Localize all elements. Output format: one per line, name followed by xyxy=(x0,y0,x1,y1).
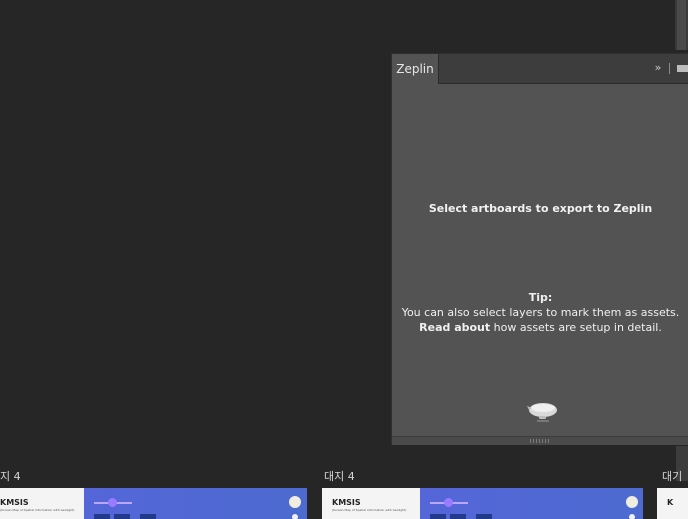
resize-grip[interactable] xyxy=(530,439,550,443)
tip-block: Tip: You can also select layers to mark … xyxy=(392,290,688,335)
export-instructions: Select artboards to export to Zeplin xyxy=(428,202,653,215)
read-about-rest: how assets are setup in detail. xyxy=(490,321,662,334)
map-control-icon xyxy=(626,496,638,508)
read-about-link[interactable]: Read about xyxy=(419,321,490,334)
tab-zeplin[interactable]: Zeplin xyxy=(392,54,439,84)
map-control-icon xyxy=(289,496,301,508)
canvas-scrollbar[interactable] xyxy=(675,0,688,50)
panel-resize-footer[interactable] xyxy=(392,436,688,445)
artboard-title: K xyxy=(667,498,674,507)
panel-header: Zeplin » xyxy=(392,54,688,84)
artboard-thumbnail-2[interactable]: KMSIS (Korean Map of Spatial Information… xyxy=(322,488,643,519)
slider-knob xyxy=(108,498,117,507)
artboard-thumbnail-3[interactable]: K xyxy=(657,488,688,519)
artboard-label-2[interactable]: 대지 4 xyxy=(324,468,355,484)
artboard-map-area xyxy=(84,488,307,519)
scrollbar-thumb[interactable] xyxy=(677,0,686,50)
panel-menu-icon[interactable] xyxy=(677,65,688,72)
artboard-sidebar: KMSIS (Korean Map of Spatial Information… xyxy=(0,488,84,519)
zoom-dot-icon xyxy=(292,514,298,519)
zeplin-panel: Zeplin » Select artboards to export to Z… xyxy=(391,53,688,445)
tip-text: You can also select layers to mark them … xyxy=(401,306,680,319)
artboard-subtitle: (Korean Map of Spatial Information with … xyxy=(0,508,75,512)
artboard-label-1[interactable]: 지 4 xyxy=(0,468,21,484)
zeplin-blimp-icon xyxy=(527,403,557,422)
zoom-dot-icon xyxy=(629,514,635,519)
artboard-title: KMSIS xyxy=(0,498,29,507)
tip-read-about-line: Read about how assets are setup in detai… xyxy=(392,320,688,335)
artboard-subtitle: (Korean Map of Spatial Information with … xyxy=(332,508,407,512)
artboard-title: KMSIS xyxy=(332,498,361,507)
artboard-label-3[interactable]: 대기 xyxy=(662,468,682,484)
artboard-sidebar: KMSIS (Korean Map of Spatial Information… xyxy=(322,488,420,519)
tip-label: Tip: xyxy=(528,291,553,304)
artboard-map-area xyxy=(420,488,643,519)
header-divider xyxy=(669,63,670,74)
collapse-panel-icon[interactable]: » xyxy=(650,60,666,76)
panel-body: Select artboards to export to Zeplin Tip… xyxy=(392,85,688,436)
slider-knob xyxy=(444,498,453,507)
artboard-thumbnail-1[interactable]: KMSIS (Korean Map of Spatial Information… xyxy=(0,488,307,519)
